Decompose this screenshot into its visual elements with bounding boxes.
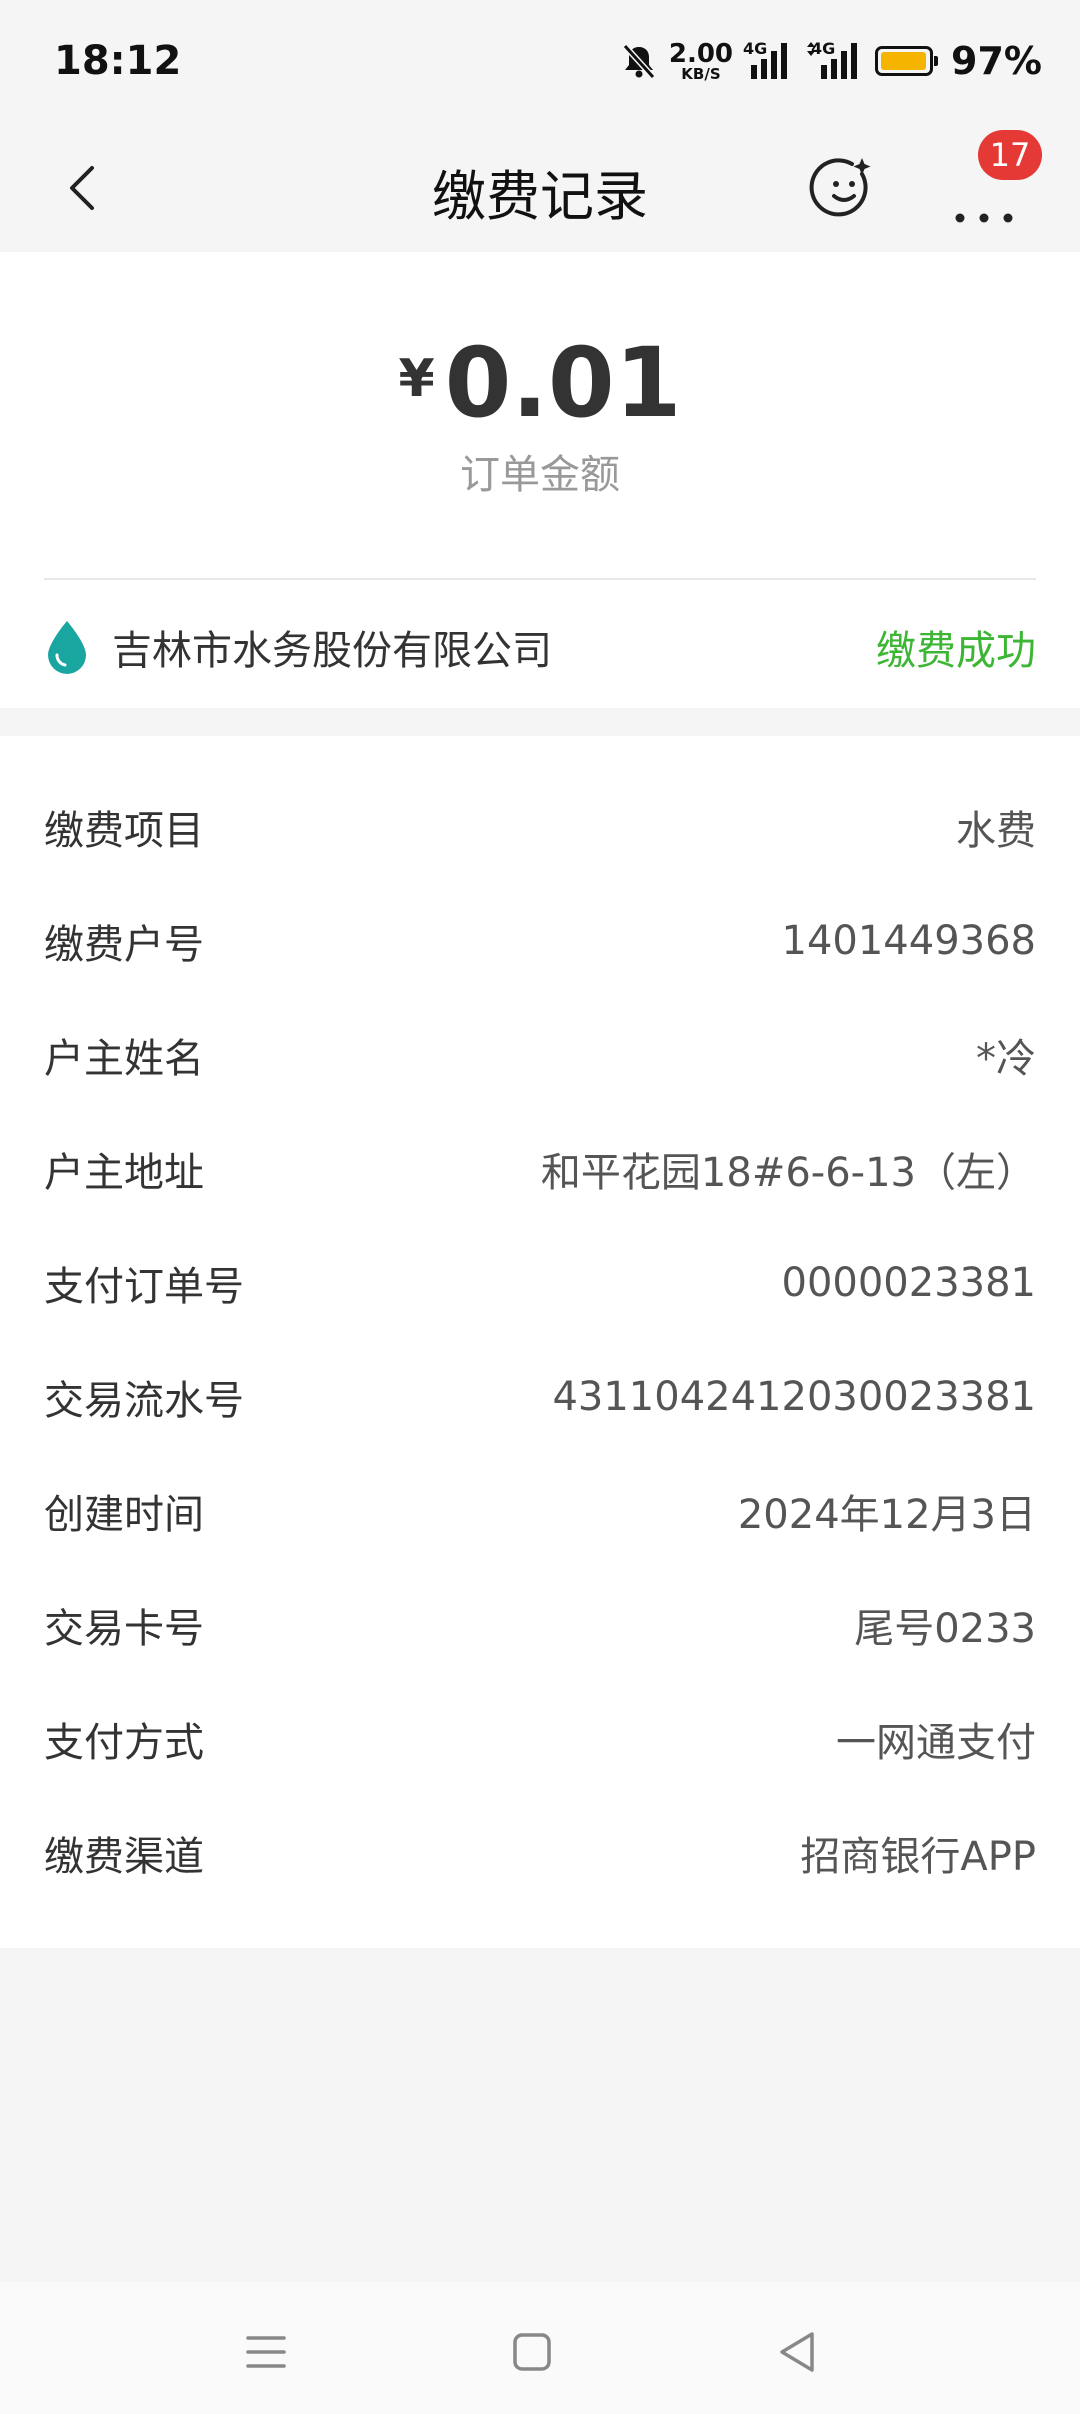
detail-row: 支付方式 一网通支付 (44, 1682, 1036, 1796)
page-title: 缴费记录 (432, 165, 648, 228)
detail-row: 户主地址 和平花园18#6-6-13（左） (44, 1112, 1036, 1226)
detail-value: 1401449368 (781, 918, 1037, 964)
order-amount: ¥0.01 (0, 327, 1080, 439)
status-icons: 2.00 KB/S 4G 4G 97% (619, 36, 1042, 86)
network-speed-unit: KB/S (681, 64, 721, 83)
company-row: 吉林市水务股份有限公司 缴费成功 (44, 602, 1036, 692)
payment-summary-card: ¥0.01 订单金额 吉林市水务股份有限公司 缴费成功 (0, 252, 1080, 708)
detail-value: 尾号0233 (854, 1606, 1036, 1652)
battery-fill (881, 52, 927, 70)
detail-label: 户主地址 (44, 1150, 204, 1196)
detail-label: 缴费户号 (44, 922, 204, 968)
detail-label: 缴费渠道 (44, 1834, 204, 1880)
payment-details-card: 缴费项目 水费 缴费户号 1401449368 户主姓名 *冷 户主地址 和平花… (0, 736, 1080, 1948)
amount-label: 订单金额 (460, 452, 620, 498)
detail-value: 招商银行APP (800, 1834, 1036, 1880)
currency-symbol: ¥ (398, 349, 435, 409)
detail-row: 户主姓名 *冷 (44, 998, 1036, 1112)
detail-label: 支付订单号 (44, 1264, 244, 1310)
signal-icon: 4G (743, 39, 795, 83)
detail-label: 缴费项目 (44, 808, 204, 854)
back-triangle-icon[interactable] (768, 2322, 828, 2382)
amount-value: 0.01 (444, 327, 682, 439)
detail-row: 交易卡号 尾号0233 (44, 1568, 1036, 1682)
notification-badge: 17 (978, 130, 1042, 180)
menu-icon[interactable] (236, 2322, 296, 2382)
mute-bell-icon (622, 43, 656, 80)
detail-row: 缴费渠道 招商银行APP (44, 1796, 1036, 1910)
network-speed: 2.00 KB/S (669, 41, 733, 82)
signal-icon: 4G (805, 39, 865, 83)
water-drop-icon (48, 621, 86, 674)
navigation-bar: 缴费记录 (0, 124, 1080, 252)
detail-label: 交易卡号 (44, 1606, 204, 1652)
detail-value: 2024年12月3日 (737, 1492, 1036, 1538)
detail-label: 支付方式 (44, 1720, 204, 1766)
network-speed-value: 2.00 (668, 38, 734, 69)
detail-row: 缴费项目 水费 (44, 770, 1036, 884)
detail-label: 创建时间 (44, 1492, 204, 1538)
detail-row: 创建时间 2024年12月3日 (44, 1454, 1036, 1568)
detail-value: *冷 (976, 1036, 1036, 1082)
payment-status: 缴费成功 (876, 628, 1036, 674)
battery-percent: 97% (951, 39, 1042, 83)
detail-row: 支付订单号 0000023381 (44, 1226, 1036, 1340)
assistant-smile-icon[interactable] (808, 152, 880, 224)
detail-row: 缴费户号 1401449368 (44, 884, 1036, 998)
divider (44, 578, 1036, 580)
battery-icon (875, 46, 939, 76)
system-navigation-bar (0, 2282, 1080, 2414)
detail-value: 4311042412030023381 (552, 1374, 1036, 1420)
status-time: 18:12 (54, 38, 182, 84)
company-name: 吉林市水务股份有限公司 (112, 628, 552, 674)
detail-label: 交易流水号 (44, 1378, 244, 1424)
detail-label: 户主姓名 (44, 1036, 204, 1082)
status-bar: 18:12 2.00 KB/S 4G 4G 97% (0, 0, 1080, 124)
detail-value: 一网通支付 (836, 1720, 1036, 1766)
detail-row: 交易流水号 4311042412030023381 (44, 1340, 1036, 1454)
detail-value: 水费 (956, 808, 1036, 854)
detail-value: 和平花园18#6-6-13（左） (540, 1150, 1036, 1196)
detail-value: 0000023381 (781, 1260, 1037, 1306)
home-square-icon[interactable] (502, 2322, 562, 2382)
